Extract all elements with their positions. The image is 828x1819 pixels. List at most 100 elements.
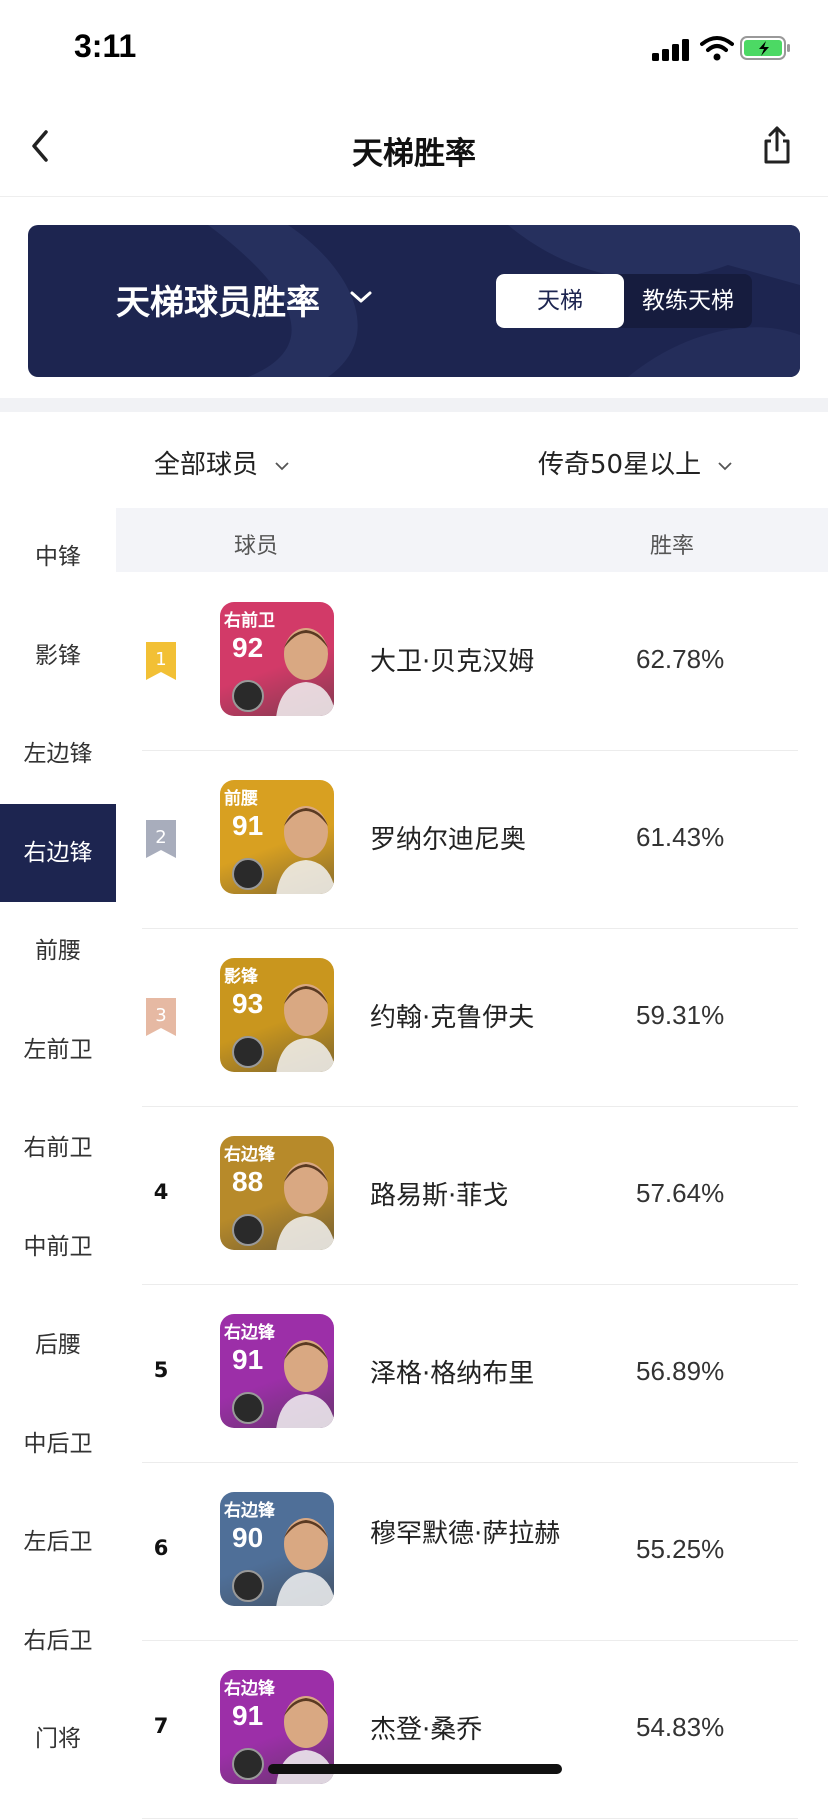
status-time: 3:11 bbox=[74, 28, 137, 64]
rank-number: 6 bbox=[153, 1536, 169, 1560]
player-card[interactable]: 影锋 93 bbox=[220, 958, 334, 1072]
player-name: 罗纳尔迪尼奥 bbox=[370, 825, 527, 855]
card-rating: 91 bbox=[232, 810, 264, 841]
sidebar-item-position[interactable]: 中后卫 bbox=[0, 1395, 116, 1493]
card-rating: 92 bbox=[232, 632, 264, 663]
win-rate: 55.25% bbox=[636, 1534, 725, 1564]
win-rate: 56.89% bbox=[636, 1356, 725, 1386]
ranking-banner: 天梯球员胜率 天梯 教练天梯 bbox=[28, 225, 800, 377]
player-filter-dropdown[interactable]: 全部球员 bbox=[154, 444, 290, 481]
signal-icon bbox=[652, 37, 692, 61]
rank-number: 5 bbox=[153, 1358, 169, 1382]
sidebar-item-position[interactable]: 后腰 bbox=[0, 1296, 116, 1394]
shield-icon bbox=[232, 680, 264, 712]
win-rate: 62.78% bbox=[636, 644, 725, 674]
col-header-player: 球员 bbox=[234, 534, 279, 559]
card-rating: 91 bbox=[232, 1344, 264, 1375]
col-header-rate: 胜率 bbox=[650, 534, 695, 559]
player-portrait bbox=[272, 1330, 334, 1428]
sidebar-item-position[interactable]: 右边锋 bbox=[0, 803, 116, 902]
card-rating: 88 bbox=[232, 1166, 264, 1197]
table-row[interactable]: 7 右边锋 91 杰登·桑乔 54.83% bbox=[142, 1640, 798, 1819]
shield-icon bbox=[232, 1392, 264, 1424]
card-position: 右前卫 bbox=[224, 611, 275, 631]
level-filter-dropdown[interactable]: 传奇50星以上 bbox=[538, 444, 733, 481]
table-row[interactable]: 4 右边锋 88 路易斯·菲戈 57.64% bbox=[142, 1106, 798, 1285]
ladder-tab-switch: 天梯 教练天梯 bbox=[496, 274, 752, 328]
player-name: 杰登·桑乔 bbox=[370, 1715, 483, 1745]
tab-ladder[interactable]: 天梯 bbox=[496, 274, 624, 328]
card-position: 前腰 bbox=[224, 789, 258, 809]
player-name: 大卫·贝克汉姆 bbox=[370, 647, 535, 677]
rank-number: 7 bbox=[153, 1714, 169, 1738]
player-card[interactable]: 右前卫 92 bbox=[220, 602, 334, 716]
rank-ribbon-icon: 3 bbox=[146, 998, 176, 1036]
table-row[interactable]: 6 右边锋 90 穆罕默德·萨拉赫 55.25% bbox=[142, 1462, 798, 1641]
rank-number: 3 bbox=[155, 1005, 166, 1026]
card-rating: 93 bbox=[232, 988, 264, 1019]
player-name: 穆罕默德·萨拉赫 bbox=[370, 1519, 561, 1549]
rank-ribbon-icon: 2 bbox=[146, 820, 176, 858]
status-bar: 3:11 bbox=[0, 0, 828, 96]
sidebar-item-position[interactable]: 左后卫 bbox=[0, 1493, 116, 1591]
win-rate: 61.43% bbox=[636, 822, 725, 852]
rank-number: 4 bbox=[153, 1180, 169, 1204]
sidebar-item-position[interactable]: 左边锋 bbox=[0, 705, 116, 803]
level-filter-label: 传奇50星以上 bbox=[538, 450, 702, 480]
win-rate: 57.64% bbox=[636, 1178, 725, 1208]
player-card[interactable]: 右边锋 90 bbox=[220, 1492, 334, 1606]
player-portrait bbox=[272, 618, 334, 716]
divider bbox=[0, 398, 828, 412]
win-rate: 54.83% bbox=[636, 1712, 725, 1742]
card-rating: 91 bbox=[232, 1700, 264, 1731]
table-row[interactable]: 2 前腰 91 罗纳尔迪尼奥 61.43% bbox=[142, 750, 798, 929]
sidebar-item-position[interactable]: 前腰 bbox=[0, 902, 116, 1000]
card-position: 右边锋 bbox=[224, 1323, 275, 1343]
win-rate: 59.31% bbox=[636, 1000, 725, 1030]
home-indicator bbox=[268, 1764, 562, 1774]
sidebar-item-position[interactable]: 影锋 bbox=[0, 607, 116, 705]
wifi-icon bbox=[700, 36, 734, 61]
player-name: 约翰·克鲁伊夫 bbox=[370, 1003, 535, 1033]
banner-title[interactable]: 天梯球员胜率 bbox=[116, 275, 320, 324]
player-card[interactable]: 前腰 91 bbox=[220, 780, 334, 894]
player-portrait bbox=[272, 974, 334, 1072]
shield-icon bbox=[232, 858, 264, 890]
player-portrait bbox=[272, 1152, 334, 1250]
page-title: 天梯胜率 bbox=[352, 136, 476, 172]
player-filter-label: 全部球员 bbox=[154, 450, 259, 480]
shield-icon bbox=[232, 1036, 264, 1068]
sidebar-item-position[interactable]: 右前卫 bbox=[0, 1099, 116, 1197]
player-name: 泽格·格纳布里 bbox=[370, 1359, 535, 1389]
card-position: 右边锋 bbox=[224, 1145, 275, 1165]
shield-icon bbox=[232, 1214, 264, 1246]
shield-icon bbox=[232, 1748, 264, 1780]
nav-bar: 天梯胜率 bbox=[0, 96, 828, 197]
player-card[interactable]: 右边锋 88 bbox=[220, 1136, 334, 1250]
card-position: 右边锋 bbox=[224, 1679, 275, 1699]
table-row[interactable]: 3 影锋 93 约翰·克鲁伊夫 59.31% bbox=[142, 928, 798, 1107]
sidebar-item-position[interactable]: 中前卫 bbox=[0, 1198, 116, 1296]
table-header: 球员 胜率 bbox=[116, 508, 828, 572]
tab-coach-ladder[interactable]: 教练天梯 bbox=[624, 274, 752, 328]
shield-icon bbox=[232, 1570, 264, 1602]
card-position: 影锋 bbox=[224, 967, 258, 987]
card-position: 右边锋 bbox=[224, 1501, 275, 1521]
chevron-down-icon bbox=[718, 461, 732, 470]
table-row[interactable]: 1 右前卫 92 大卫·贝克汉姆 62.78% bbox=[142, 572, 798, 751]
rank-number: 2 bbox=[155, 827, 166, 848]
sidebar-item-position[interactable]: 中锋 bbox=[0, 508, 116, 606]
sidebar-item-position[interactable]: 右后卫 bbox=[0, 1592, 116, 1690]
sidebar-item-position[interactable]: 左前卫 bbox=[0, 1001, 116, 1099]
rank-ribbon-icon: 1 bbox=[146, 642, 176, 680]
share-icon[interactable] bbox=[762, 124, 792, 166]
player-portrait bbox=[272, 1508, 334, 1606]
player-card[interactable]: 右边锋 91 bbox=[220, 1314, 334, 1428]
chevron-down-icon bbox=[275, 461, 289, 470]
battery-icon bbox=[740, 36, 790, 60]
sidebar-item-position[interactable]: 门将 bbox=[0, 1690, 116, 1788]
player-name: 路易斯·菲戈 bbox=[370, 1181, 509, 1211]
player-portrait bbox=[272, 796, 334, 894]
table-row[interactable]: 5 右边锋 91 泽格·格纳布里 56.89% bbox=[142, 1284, 798, 1463]
chevron-down-icon[interactable] bbox=[348, 288, 374, 306]
